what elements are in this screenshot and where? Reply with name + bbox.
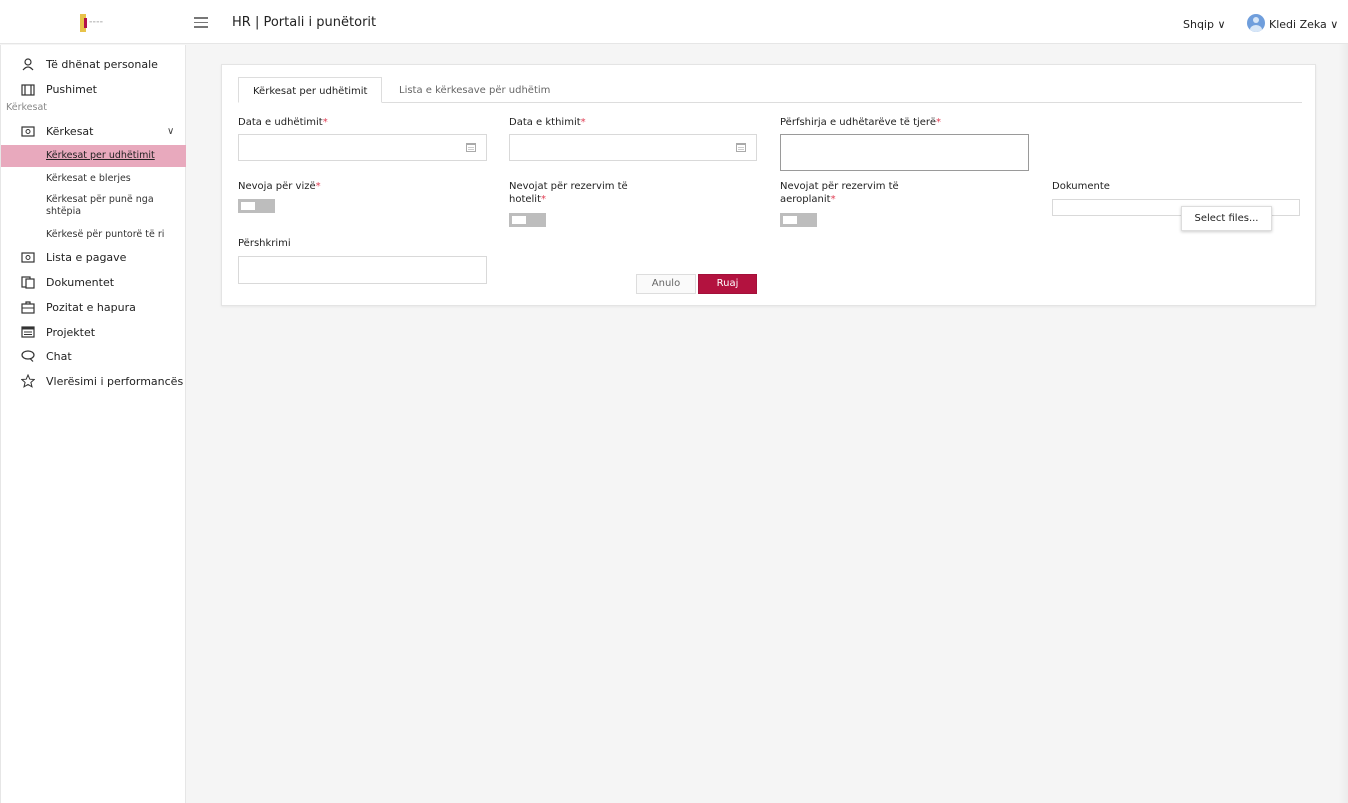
sidebar: Të dhënat personale Pushimet Kërkesat Kë… (0, 45, 186, 803)
scroll-shadow (1338, 44, 1348, 803)
sidebar-subitem-travel-requests[interactable]: Kërkesat per udhëtimit (1, 145, 186, 167)
calendar-icon[interactable] (736, 143, 746, 152)
documents-icon (21, 276, 35, 289)
visa-needed-toggle[interactable] (238, 199, 275, 213)
hotel-needed-label: Nevojat për rezervim të hotelit* (509, 181, 628, 205)
select-files-button[interactable]: Select files... (1181, 206, 1272, 231)
section-label: Kërkesat (6, 102, 48, 113)
app-title: HR | Portali i punëtorit (232, 15, 377, 30)
cancel-button[interactable]: Anulo (636, 274, 696, 294)
hotel-needed-toggle[interactable] (509, 213, 546, 227)
other-travelers-label: Përfshirja e udhëtarëve të tjerë* (780, 117, 941, 128)
sidebar-item-projects[interactable]: Projektet (1, 321, 186, 343)
chat-icon (21, 350, 35, 362)
language-selector[interactable]: Shqip ∨ (1183, 18, 1226, 31)
flight-needed-toggle[interactable] (780, 213, 817, 227)
sidebar-item-requests[interactable]: Kërkesat ∨ (1, 120, 186, 142)
avatar (1247, 14, 1265, 32)
sidebar-subitem-label: Kërkesë për puntorë të ri (46, 229, 165, 240)
sidebar-item-label: Chat (46, 350, 72, 363)
suitcase-icon (21, 84, 35, 96)
sidebar-subitem-label: Kërkesat për punë nga shtëpia (46, 194, 154, 217)
description-label: Përshkrimi (238, 238, 291, 249)
menu-toggle-icon[interactable] (194, 17, 208, 28)
sidebar-item-personal-data[interactable]: Të dhënat personale (1, 53, 186, 75)
sidebar-item-leaves[interactable]: Pushimet (1, 78, 186, 100)
sidebar-subitem-purchase-requests[interactable]: Kërkesat e blerjes (1, 169, 186, 189)
sidebar-subitem-remote-work[interactable]: Kërkesat për punë nga shtëpia (1, 190, 186, 220)
sidebar-item-open-positions[interactable]: Pozitat e hapura (1, 296, 186, 318)
documents-label: Dokumente (1052, 181, 1110, 192)
sidebar-item-label: Të dhënat personale (46, 58, 158, 71)
visa-needed-label: Nevoja për vizë* (238, 181, 321, 192)
briefcase-icon (21, 301, 35, 314)
other-travelers-input[interactable] (780, 134, 1029, 171)
sidebar-item-label: Vlerësimi i performancës (46, 375, 184, 388)
chevron-down-icon: ∨ (167, 126, 175, 137)
top-bar: ≡≡≡≡ HR | Portali i punëtorit Shqip ∨ Kl… (0, 0, 1348, 44)
user-name: Kledi Zeka ∨ (1269, 18, 1339, 31)
sidebar-item-label: Pozitat e hapura (46, 301, 136, 314)
save-button[interactable]: Ruaj (698, 274, 757, 294)
tab-bar: Kërkesat per udhëtimit Lista e kërkesave… (238, 77, 1302, 103)
sidebar-item-performance[interactable]: Vlerësimi i performancës (1, 370, 186, 392)
user-icon (22, 58, 34, 71)
sidebar-subitem-new-employee[interactable]: Kërkesë për puntorë të ri (1, 225, 186, 245)
sidebar-subitem-label: Kërkesat per udhëtimit (46, 150, 155, 161)
sidebar-item-label: Lista e pagave (46, 251, 127, 264)
projects-icon (21, 326, 35, 338)
sidebar-subitem-label: Kërkesat e blerjes (46, 173, 131, 184)
money-icon (21, 252, 35, 263)
sidebar-item-payroll[interactable]: Lista e pagave (1, 246, 186, 268)
sidebar-item-label: Projektet (46, 326, 96, 339)
tab-travel-request-list[interactable]: Lista e kërkesave për udhëtim (385, 77, 564, 103)
calendar-icon[interactable] (466, 143, 476, 152)
sidebar-item-chat[interactable]: Chat (1, 345, 186, 367)
flight-needed-label: Nevojat për rezervim të aeroplanit* (780, 181, 899, 205)
star-icon (21, 374, 35, 388)
sidebar-item-label: Pushimet (46, 83, 97, 96)
company-logo[interactable]: ≡≡≡≡ (80, 14, 114, 32)
return-date-label: Data e kthimit* (509, 117, 586, 128)
tab-travel-requests[interactable]: Kërkesat per udhëtimit (238, 77, 383, 103)
return-date-picker[interactable] (509, 134, 757, 161)
sidebar-item-label: Dokumentet (46, 276, 115, 289)
travel-date-picker[interactable] (238, 134, 487, 161)
description-input[interactable] (238, 256, 487, 284)
travel-request-card: Kërkesat per udhëtimit Lista e kërkesave… (221, 64, 1316, 306)
money-icon (21, 126, 35, 137)
sidebar-item-label: Kërkesat (46, 125, 94, 138)
sidebar-item-documents[interactable]: Dokumentet (1, 271, 186, 293)
travel-date-label: Data e udhëtimit* (238, 117, 328, 128)
